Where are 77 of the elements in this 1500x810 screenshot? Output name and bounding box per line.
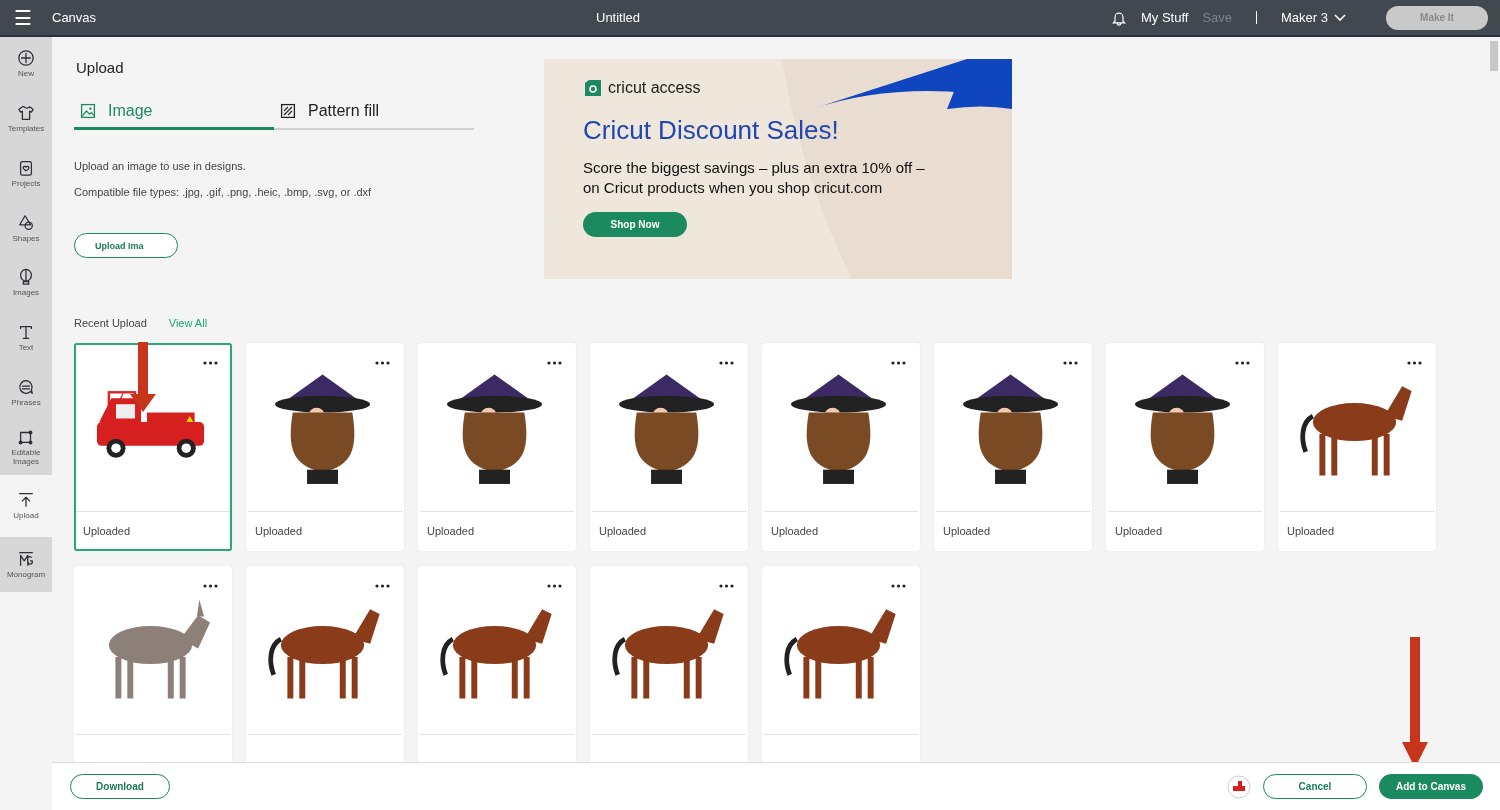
shapes-icon	[17, 213, 35, 232]
upload-card[interactable]: Uploaded	[590, 343, 748, 551]
upload-card[interactable]	[246, 566, 404, 762]
chevron-icon	[1334, 13, 1346, 22]
cancel-button[interactable]: Cancel	[1263, 774, 1367, 799]
more-options-icon[interactable]	[375, 584, 390, 588]
menu-icon[interactable]: ☰	[14, 5, 38, 30]
file-types-text: Compatible file types: .jpg, .gif, .png, .heic, .bmp, .svg, or .dxf	[74, 186, 373, 198]
annotation-arrow	[130, 342, 156, 412]
speech-bubble-icon	[17, 377, 35, 396]
download-button[interactable]: Download	[70, 774, 170, 799]
more-options-icon[interactable]	[375, 361, 390, 365]
upload-image-button[interactable]: Upload Ima	[74, 233, 178, 258]
upload-card[interactable]	[762, 566, 920, 762]
shirt-icon	[17, 104, 35, 123]
upload-card[interactable]: Uploaded	[1278, 343, 1436, 551]
upload-card[interactable]	[74, 566, 232, 762]
upload-icon	[17, 490, 35, 509]
more-options-icon[interactable]	[719, 584, 734, 588]
app-name: Canvas	[52, 10, 98, 25]
card-caption: Uploaded	[1108, 511, 1262, 549]
card-caption: Uploaded	[592, 511, 746, 549]
upload-card[interactable]: Uploaded	[762, 343, 920, 551]
picture-icon	[80, 103, 96, 119]
brand-logo-icon	[583, 79, 603, 97]
more-options-icon[interactable]	[203, 584, 218, 588]
document-title: Untitled	[595, 10, 642, 25]
sidebar-item[interactable]: New	[0, 37, 52, 92]
sidebar-item[interactable]: Text	[0, 310, 52, 366]
more-options-icon[interactable]	[891, 584, 906, 588]
add-to-canvas-button[interactable]: Add to Canvas	[1379, 774, 1483, 799]
upload-card[interactable]: Uploaded	[246, 343, 404, 551]
recent-uploads-label: Recent Upload	[74, 317, 147, 329]
sidebar-item[interactable]: Templates	[0, 91, 52, 147]
upload-card[interactable]	[590, 566, 748, 762]
sidebar-item[interactable]: Editable Images	[0, 419, 52, 475]
more-options-icon[interactable]	[1063, 361, 1078, 365]
sidebar-item[interactable]: Monogram	[0, 537, 52, 592]
card-caption: Uploaded	[764, 511, 918, 549]
panel-tab[interactable]: Pattern fill	[274, 102, 474, 130]
upload-card[interactable]: Uploaded	[934, 343, 1092, 551]
card-caption: Uploaded	[76, 511, 230, 549]
intro-text: Upload an image to use in designs.	[74, 160, 247, 172]
card-caption: Uploaded	[248, 511, 402, 549]
card-caption: Uploaded	[420, 511, 574, 549]
machine-selector[interactable]: Maker 3	[1281, 10, 1346, 25]
brand-name: cricut access	[608, 79, 701, 97]
sidebar-item[interactable]: Images	[0, 255, 52, 311]
more-options-icon[interactable]	[547, 584, 562, 588]
more-options-icon[interactable]	[891, 361, 906, 365]
upload-card[interactable]: Uploaded	[74, 343, 232, 551]
more-options-icon[interactable]	[719, 361, 734, 365]
scrollbar[interactable]	[1490, 41, 1498, 71]
card-caption: Uploaded	[936, 511, 1090, 549]
panel-tab[interactable]: Image	[74, 102, 274, 130]
balloon-icon	[17, 268, 35, 287]
clipboard-icon	[17, 158, 35, 177]
shop-now-button[interactable]: Shop Now	[583, 211, 687, 237]
upload-card[interactable]	[418, 566, 576, 762]
monogram-icon	[17, 549, 35, 568]
banner-headline: Cricut Discount Sales!	[583, 115, 840, 146]
more-options-icon[interactable]	[1407, 361, 1422, 365]
sidebar-item[interactable]: Phrases	[0, 365, 52, 420]
hatched-square-icon	[280, 103, 296, 119]
upload-card[interactable]: Uploaded	[1106, 343, 1264, 551]
view-all-link[interactable]: View All	[168, 317, 208, 329]
card-caption: Uploaded	[1280, 511, 1434, 549]
more-options-icon[interactable]	[203, 361, 218, 365]
more-options-icon[interactable]	[1235, 361, 1250, 365]
sidebar-item[interactable]: Projects	[0, 146, 52, 202]
upload-card[interactable]: Uploaded	[418, 343, 576, 551]
sidebar-item[interactable]: Shapes	[0, 201, 52, 256]
more-options-icon[interactable]	[547, 361, 562, 365]
panel-title: Upload	[76, 59, 125, 76]
plus-circle-icon	[17, 49, 35, 68]
my-stuff-link[interactable]: My Stuff	[1140, 10, 1189, 25]
banner-text: Score the biggest savings – plus an extra 10% off – on Cricut products when you shop cricut.com	[583, 158, 925, 199]
